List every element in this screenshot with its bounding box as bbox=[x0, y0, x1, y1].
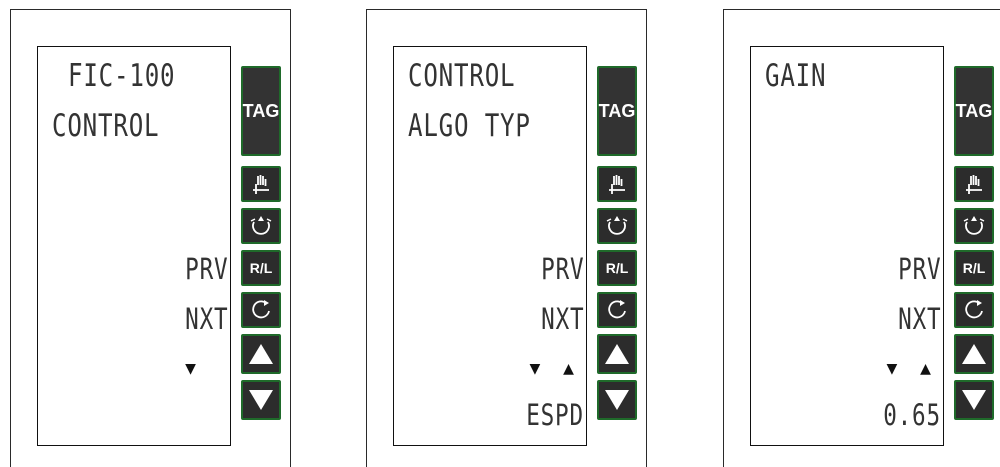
refresh-icon bbox=[965, 300, 983, 319]
triangle-down-icon bbox=[605, 390, 629, 410]
auto-loop-icon bbox=[606, 216, 628, 235]
cycle-button[interactable] bbox=[597, 292, 637, 328]
triangle-down-icon bbox=[962, 390, 986, 410]
triangle-down-icon bbox=[249, 390, 273, 410]
remote-local-button[interactable]: R/L bbox=[597, 250, 637, 286]
value-readout: 0.65 bbox=[883, 398, 941, 432]
lcd-line-2: ALGO TYP bbox=[408, 108, 531, 144]
lcd-line-1: CONTROL bbox=[408, 58, 516, 94]
triangle-up-icon bbox=[605, 344, 629, 364]
lcd-screen-1: FIC-100 CONTROL PRV NXT ▼ bbox=[37, 46, 231, 446]
up-arrow-button[interactable] bbox=[597, 334, 637, 374]
tag-button[interactable]: TAG bbox=[954, 66, 994, 156]
auto-cycle-button[interactable] bbox=[954, 208, 994, 244]
nxt-label: NXT bbox=[184, 302, 228, 336]
hand-icon bbox=[253, 175, 269, 194]
arrow-indicator: ▼ ▲ bbox=[886, 358, 937, 379]
tag-button[interactable]: TAG bbox=[597, 66, 637, 156]
manual-hand-button[interactable] bbox=[954, 166, 994, 202]
remote-local-button[interactable]: R/L bbox=[954, 250, 994, 286]
manual-hand-button[interactable] bbox=[597, 166, 637, 202]
up-arrow-button[interactable] bbox=[241, 334, 281, 374]
hand-icon bbox=[609, 175, 625, 194]
cycle-button[interactable] bbox=[954, 292, 994, 328]
tag-button[interactable]: TAG bbox=[241, 66, 281, 156]
auto-loop-icon bbox=[963, 216, 985, 235]
auto-cycle-button[interactable] bbox=[241, 208, 281, 244]
value-readout: ESPD bbox=[526, 398, 584, 432]
triangle-up-icon bbox=[249, 344, 273, 364]
up-arrow-button[interactable] bbox=[954, 334, 994, 374]
nxt-label: NXT bbox=[540, 302, 584, 336]
refresh-icon bbox=[252, 300, 270, 319]
manual-hand-button[interactable] bbox=[241, 166, 281, 202]
lcd-screen-2: CONTROL ALGO TYP PRV NXT ▼ ▲ ESPD bbox=[393, 46, 587, 446]
arrow-indicator: ▼ ▲ bbox=[529, 358, 580, 379]
down-arrow-button[interactable] bbox=[954, 380, 994, 420]
down-arrow-button[interactable] bbox=[597, 380, 637, 420]
down-arrow-button[interactable] bbox=[241, 380, 281, 420]
auto-cycle-button[interactable] bbox=[597, 208, 637, 244]
cycle-button[interactable] bbox=[241, 292, 281, 328]
lcd-screen-3: GAIN PRV NXT ▼ ▲ 0.65 bbox=[750, 46, 944, 446]
prv-label: PRV bbox=[897, 252, 941, 286]
triangle-up-icon bbox=[962, 344, 986, 364]
lcd-line-2: CONTROL bbox=[52, 108, 160, 144]
hand-icon bbox=[966, 175, 982, 194]
nxt-label: NXT bbox=[897, 302, 941, 336]
refresh-icon bbox=[608, 300, 626, 319]
auto-loop-icon bbox=[250, 216, 272, 235]
arrow-indicator: ▼ bbox=[185, 358, 202, 379]
prv-label: PRV bbox=[540, 252, 584, 286]
lcd-line-1: GAIN bbox=[765, 58, 827, 94]
prv-label: PRV bbox=[184, 252, 228, 286]
remote-local-button[interactable]: R/L bbox=[241, 250, 281, 286]
lcd-line-1: FIC-100 bbox=[68, 58, 176, 94]
